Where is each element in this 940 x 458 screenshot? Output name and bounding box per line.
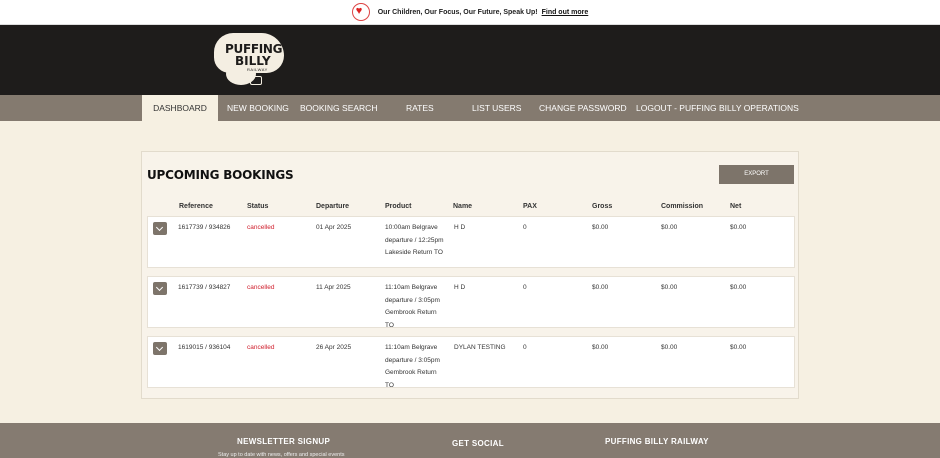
column-header-gross: Gross (592, 203, 613, 210)
page-title: UPCOMING BOOKINGS (147, 168, 294, 182)
cell-departure: 26 Apr 2025 (316, 344, 352, 351)
chevron-down-icon[interactable] (153, 282, 167, 295)
chevron-down-icon[interactable] (153, 222, 167, 235)
main-nav: DASHBOARD NEW BOOKING BOOKING SEARCH RAT… (0, 95, 940, 121)
cell-status: cancelled (247, 344, 275, 351)
upcoming-bookings-panel: UPCOMING BOOKINGS EXPORT Reference Statu… (141, 151, 799, 399)
nav-change-password[interactable]: CHANGE PASSWORD (539, 95, 627, 121)
logo-text-line2: BILLY (235, 54, 271, 68)
cell-departure: 01 Apr 2025 (316, 224, 352, 231)
cell-product: 11:10am Belgrave departure / 3:05pm Gemb… (385, 284, 440, 329)
logo-text-line3: RAILWAY (247, 67, 268, 72)
puffing-billy-logo[interactable]: PUFFING BILLY RAILWAY (214, 33, 286, 89)
table-row: 1617739 / 934827 cancelled 11 Apr 2025 1… (147, 276, 795, 329)
footer-newsletter-heading: NEWSLETTER SIGNUP (237, 437, 331, 446)
chevron-down-icon[interactable] (153, 342, 167, 355)
train-engine-icon (250, 76, 262, 85)
cell-pax: 0 (523, 284, 527, 291)
cell-name: H D (454, 224, 466, 231)
cell-commission: $0.00 (661, 344, 678, 351)
column-header-reference: Reference (179, 203, 213, 210)
announcement-bar: Our Children, Our Focus, Our Future, Spe… (0, 0, 940, 25)
cell-net: $0.00 (730, 344, 747, 351)
cell-gross: $0.00 (592, 284, 609, 291)
table-row: 1617739 / 934826 cancelled 01 Apr 2025 1… (147, 216, 795, 268)
column-header-departure: Departure (316, 203, 350, 210)
cell-product: 11:10am Belgrave departure / 3:05pm Gemb… (385, 344, 440, 389)
announcement-text: Our Children, Our Focus, Our Future, Spe… (377, 8, 538, 16)
cell-pax: 0 (523, 224, 527, 231)
cell-pax: 0 (523, 344, 527, 351)
cell-reference: 1617739 / 934826 (178, 224, 231, 231)
cell-product: 10:00am Belgrave departure / 12:25pm Lak… (385, 224, 444, 256)
cell-gross: $0.00 (592, 224, 609, 231)
site-header: PUFFING BILLY RAILWAY (0, 25, 940, 95)
find-out-more-link[interactable]: Find out more (542, 9, 589, 16)
nav-new-booking[interactable]: NEW BOOKING (227, 95, 289, 121)
footer-railway-heading: PUFFING BILLY RAILWAY (605, 437, 709, 446)
site-footer: NEWSLETTER SIGNUP Stay up to date with n… (0, 423, 940, 458)
cell-reference: 1617739 / 934827 (178, 284, 231, 291)
column-header-net: Net (730, 203, 742, 210)
cell-status: cancelled (247, 284, 275, 291)
cell-name: DYLAN TESTING (454, 344, 506, 351)
cell-net: $0.00 (730, 224, 747, 231)
nav-logout[interactable]: LOGOUT - PUFFING BILLY OPERATIONS (636, 95, 799, 121)
nav-rates[interactable]: RATES (406, 95, 434, 121)
cell-reference: 1619015 / 936104 (178, 344, 231, 351)
column-header-status: Status (247, 203, 269, 210)
nav-dashboard[interactable]: DASHBOARD (142, 95, 218, 121)
export-button[interactable]: EXPORT (719, 165, 794, 184)
column-header-pax: PAX (523, 203, 537, 210)
nav-list-users[interactable]: LIST USERS (472, 95, 521, 121)
column-header-commission: Commission (661, 203, 704, 210)
footer-newsletter-text: Stay up to date with news, offers and sp… (218, 452, 345, 458)
column-header-name: Name (453, 203, 473, 210)
cell-gross: $0.00 (592, 344, 609, 351)
cell-commission: $0.00 (661, 284, 678, 291)
heart-badge-icon (351, 3, 370, 21)
table-row: 1619015 / 936104 cancelled 26 Apr 2025 1… (147, 336, 795, 389)
cell-status: cancelled (247, 224, 275, 231)
footer-social-heading: GET SOCIAL (452, 439, 504, 448)
cell-net: $0.00 (730, 284, 747, 291)
cell-name: H D (454, 284, 466, 291)
cell-departure: 11 Apr 2025 (316, 284, 351, 291)
nav-booking-search[interactable]: BOOKING SEARCH (300, 95, 377, 121)
cell-commission: $0.00 (661, 224, 678, 231)
column-header-product: Product (385, 203, 412, 210)
